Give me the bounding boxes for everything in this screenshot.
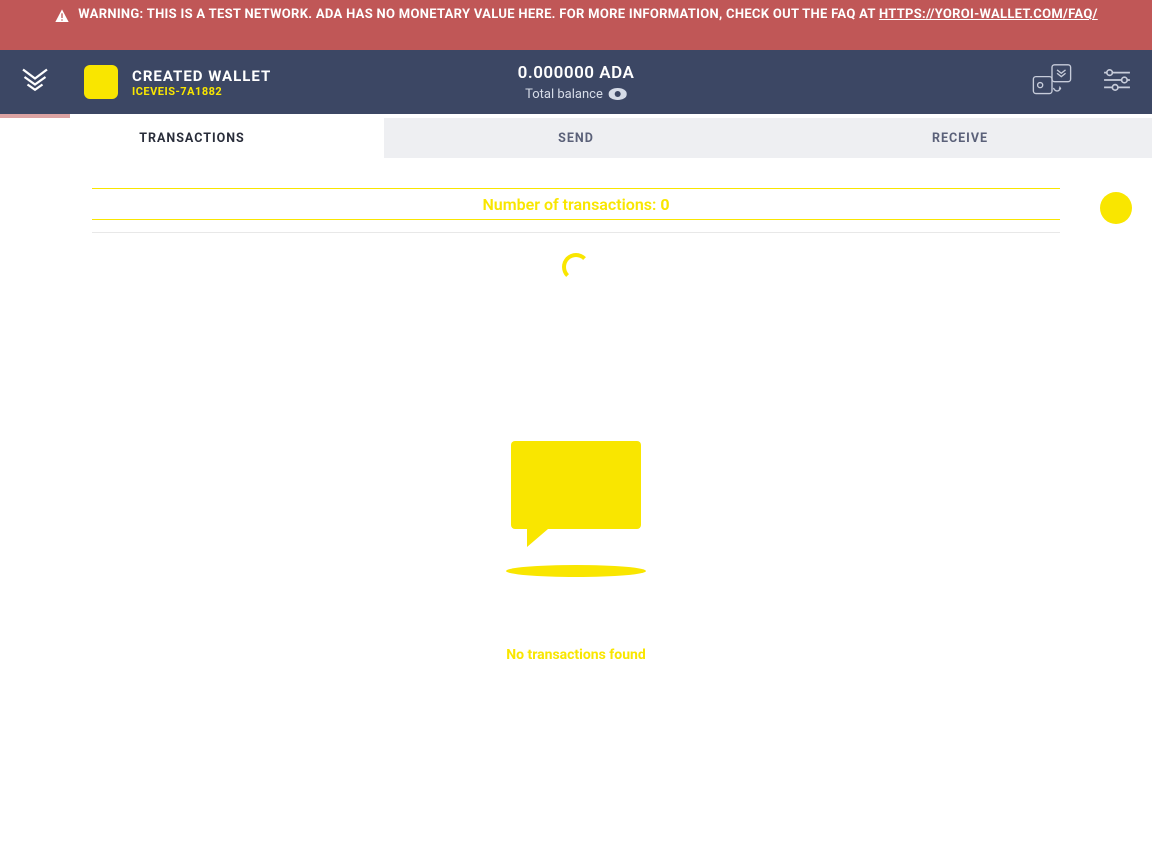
- exchange-icon[interactable]: [1030, 62, 1074, 102]
- warning-message: WARNING: THIS IS A TEST NETWORK. ADA HAS…: [78, 7, 879, 22]
- separator-line: [92, 232, 1060, 233]
- wallet-info[interactable]: CREATED WALLET ICEVEIS-7A1882: [70, 65, 271, 99]
- loading-spinner-icon: [562, 253, 590, 281]
- warning-text: WARNING: THIS IS A TEST NETWORK. ADA HAS…: [78, 7, 1097, 22]
- tab-transactions[interactable]: TRANSACTIONS: [0, 118, 384, 158]
- header-actions: [1030, 62, 1132, 102]
- speech-bubble-tail: [527, 523, 555, 547]
- wallet-id: ICEVEIS-7A1882: [132, 85, 271, 98]
- transaction-count-bar: Number of transactions: 0: [92, 188, 1060, 220]
- no-transactions-message: No transactions found: [0, 647, 1152, 663]
- empty-state-illustration: [491, 441, 661, 577]
- transaction-count-label: Number of transactions:: [482, 195, 660, 214]
- wallet-avatar: [84, 65, 118, 99]
- content-area: Number of transactions: 0 No transaction…: [0, 158, 1152, 663]
- settings-icon[interactable]: [1102, 68, 1132, 96]
- tab-transactions-label: TRANSACTIONS: [139, 131, 245, 146]
- balance-block: 0.000000 ADA Total balance: [518, 63, 635, 102]
- warning-icon: [54, 8, 70, 28]
- tab-send-label: SEND: [558, 131, 594, 146]
- shadow-ellipse: [506, 565, 646, 577]
- balance-label-row: Total balance: [518, 87, 635, 102]
- yoroi-logo-icon: [20, 65, 50, 99]
- wallet-text-block: CREATED WALLET ICEVEIS-7A1882: [132, 67, 271, 98]
- tab-receive[interactable]: RECEIVE: [768, 118, 1152, 158]
- faq-link[interactable]: HTTPS://YOROI-WALLET.COM/FAQ/: [879, 7, 1098, 22]
- logo-area[interactable]: [0, 50, 70, 114]
- eye-icon[interactable]: [609, 88, 627, 100]
- testnet-warning-banner: WARNING: THIS IS A TEST NETWORK. ADA HAS…: [0, 0, 1152, 50]
- app-header: CREATED WALLET ICEVEIS-7A1882 0.000000 A…: [0, 50, 1152, 114]
- wallet-name: CREATED WALLET: [132, 67, 271, 85]
- tab-send[interactable]: SEND: [384, 118, 768, 158]
- speech-bubble-icon: [511, 441, 641, 529]
- balance-label: Total balance: [525, 87, 603, 102]
- balance-amount: 0.000000 ADA: [518, 63, 635, 83]
- wallet-tabs: TRANSACTIONS SEND RECEIVE: [0, 118, 1152, 158]
- export-fab-button[interactable]: [1100, 192, 1132, 224]
- transaction-count-value: 0: [660, 195, 669, 214]
- tab-receive-label: RECEIVE: [932, 131, 988, 146]
